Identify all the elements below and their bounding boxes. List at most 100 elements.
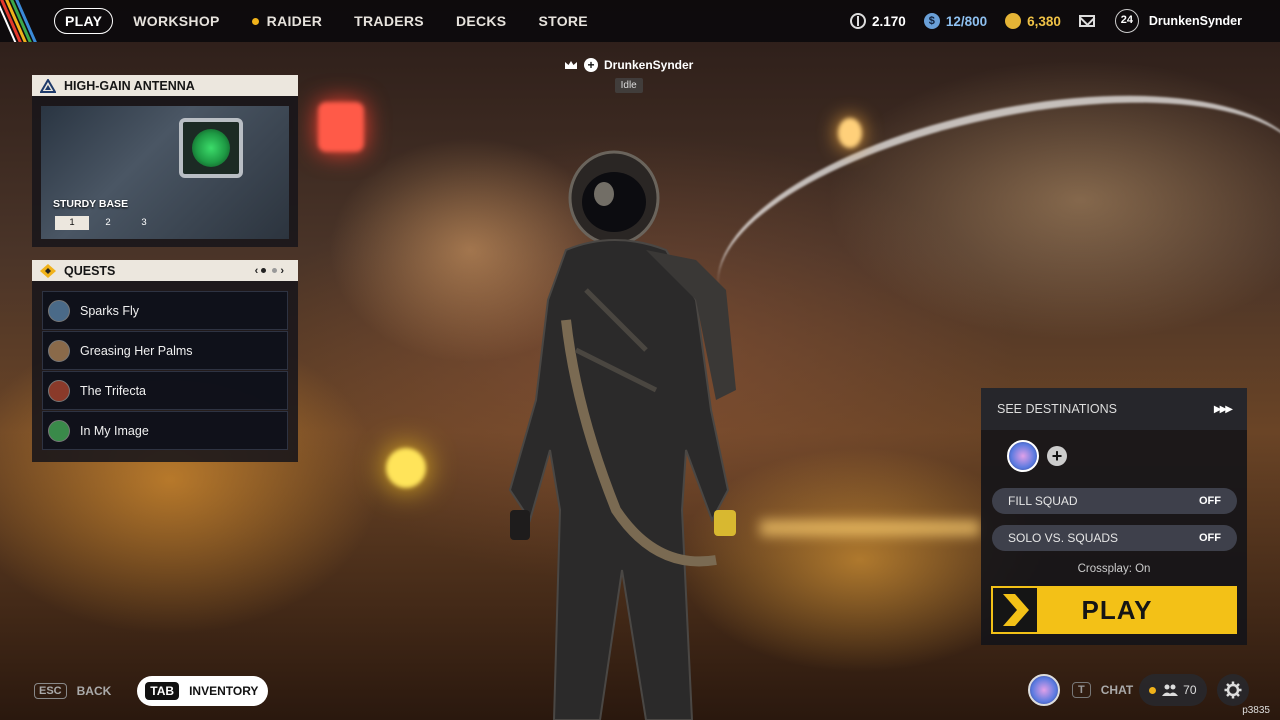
mail-icon[interactable] (1078, 15, 1095, 27)
storage-value: 12/800 (945, 13, 988, 29)
quest-label: Greasing Her Palms (80, 343, 193, 358)
fill-squad-toggle[interactable]: FILL SQUAD OFF (992, 488, 1237, 514)
main-nav: PLAY WORKSHOP RAIDER TRADERS DECKS STORE (54, 0, 620, 42)
brand-stripes-logo (0, 0, 37, 42)
friends-icon (1162, 684, 1179, 696)
nav-store[interactable]: STORE (538, 13, 587, 29)
profile-avatar[interactable] (1028, 674, 1060, 706)
play-button-label: PLAY (1081, 594, 1153, 625)
inventory-label: INVENTORY (189, 684, 259, 698)
invite-squad-icon[interactable]: + (1047, 446, 1067, 466)
quest-item-greasing-her-palms[interactable]: Greasing Her Palms (42, 331, 288, 370)
antenna-panel-header: HIGH-GAIN ANTENNA (32, 75, 298, 96)
inventory-button[interactable]: TAB INVENTORY (137, 676, 269, 706)
top-bar: PLAY WORKSHOP RAIDER TRADERS DECKS STORE… (0, 0, 1280, 42)
player-tag-name: DrunkenSynder (604, 58, 694, 72)
gold-coin-icon (1005, 13, 1022, 29)
antenna-panel-title: HIGH-GAIN ANTENNA (64, 78, 195, 93)
coins-value: 2.170 (872, 13, 906, 29)
player-level-badge[interactable]: 24 (1114, 9, 1139, 33)
hanging-lamp (838, 118, 862, 148)
tier-2[interactable]: 2 (91, 216, 125, 230)
quest-label: In My Image (80, 423, 149, 438)
neon-arc-light (694, 48, 1280, 292)
chat-key-hint: T (1072, 682, 1091, 698)
squad-member-avatar[interactable] (1007, 440, 1039, 472)
friends-count: 70 (1183, 683, 1197, 697)
nav-traders[interactable]: TRADERS (354, 13, 424, 29)
crossplay-status: Crossplay: On (1077, 563, 1151, 575)
red-lamp (318, 102, 364, 152)
quest-pager: ‹ › (255, 265, 284, 277)
squad-slots: + (1007, 440, 1067, 472)
chat-button[interactable]: CHAT (1101, 683, 1133, 697)
quests-panel-header: QUESTS ‹ › (32, 260, 298, 281)
fill-squad-label: FILL SQUAD (1008, 494, 1078, 508)
play-button[interactable]: PLAY (991, 586, 1237, 634)
friends-button[interactable]: 70 (1139, 674, 1207, 706)
nav-play[interactable]: PLAY (54, 8, 114, 34)
nav-decks[interactable]: DECKS (456, 13, 507, 29)
antenna-preview-image[interactable]: STURDY BASE 1 2 3 (41, 106, 289, 239)
storage-icon: $ (923, 13, 940, 29)
quest-diamond-icon (40, 263, 56, 278)
player-status-badge: Idle (614, 78, 643, 93)
see-destinations-button[interactable]: SEE DESTINATIONS ▶▶▶ (981, 388, 1247, 430)
currency-bar: 2.170 $ 12/800 6,380 24 DrunkenSynder (850, 0, 1280, 42)
gold-value: 6,380 (1027, 13, 1061, 29)
nav-raider[interactable]: RAIDER (251, 13, 323, 29)
fast-forward-icon: ▶▶▶ (1213, 403, 1233, 415)
storage-currency[interactable]: $ 12/800 (923, 13, 988, 29)
quest-portrait-icon (48, 339, 70, 362)
raider-notification-dot (251, 17, 259, 25)
antenna-triangle-icon (40, 78, 56, 93)
nav-raider-label: RAIDER (266, 13, 323, 29)
quest-label: Sparks Fly (80, 303, 140, 318)
quest-image-icon (48, 419, 70, 442)
username[interactable]: DrunkenSynder (1149, 14, 1242, 28)
settings-button[interactable] (1216, 674, 1249, 706)
raider-character (508, 150, 736, 720)
gear-icon (1224, 681, 1242, 699)
solo-vs-squads-toggle[interactable]: SOLO VS. SQUADS OFF (992, 525, 1237, 551)
esc-key-hint[interactable]: ESC (34, 683, 67, 699)
friends-notification-dot (1149, 686, 1157, 694)
quest-item-in-my-image[interactable]: In My Image (42, 411, 288, 450)
tab-key-hint: TAB (145, 682, 180, 700)
crown-icon (565, 61, 577, 69)
back-button[interactable]: BACK (77, 684, 112, 698)
antenna-panel: HIGH-GAIN ANTENNA STURDY BASE 1 2 3 (32, 75, 298, 247)
quest-item-the-trifecta[interactable]: The Trifecta (42, 371, 288, 410)
tier-3[interactable]: 3 (127, 216, 161, 230)
yellow-lamp (386, 448, 426, 488)
quest-page-dot (272, 268, 278, 273)
bottom-left-controls: ESC BACK TAB INVENTORY (34, 676, 269, 706)
build-version: p3835 (1242, 705, 1270, 716)
quest-trifecta-icon (48, 379, 70, 402)
gold-currency[interactable]: 6,380 (1005, 13, 1061, 29)
quest-prev-icon[interactable]: ‹ (255, 265, 259, 277)
solo-vs-squads-value: OFF (1199, 532, 1221, 544)
counter-light (760, 520, 980, 536)
play-chevron-icon (993, 588, 1037, 632)
bottom-right-controls: T CHAT 70 (1028, 672, 1249, 708)
player-nameplate: + DrunkenSynder Idle (564, 58, 693, 93)
solo-vs-squads-label: SOLO VS. SQUADS (1008, 531, 1119, 545)
matchmaking-panel: SEE DESTINATIONS ▶▶▶ + FILL SQUAD OFF SO… (981, 388, 1247, 645)
tier-1[interactable]: 1 (55, 216, 89, 230)
coin-icon (850, 13, 867, 29)
antenna-subtitle: STURDY BASE (53, 198, 129, 210)
nav-workshop[interactable]: WORKSHOP (133, 13, 219, 29)
see-destinations-label: SEE DESTINATIONS (997, 402, 1117, 416)
quest-next-icon[interactable]: › (280, 265, 284, 277)
add-friend-icon[interactable]: + (584, 58, 598, 72)
quest-label: The Trifecta (80, 383, 146, 398)
tier-selector: 1 2 3 (55, 216, 163, 230)
radar-icon (179, 118, 243, 178)
quest-list: Sparks Fly Greasing Her Palms The Trifec… (42, 291, 288, 451)
quest-item-sparks-fly[interactable]: Sparks Fly (42, 291, 288, 330)
coins-currency[interactable]: 2.170 (850, 13, 906, 29)
quests-panel-title: QUESTS (64, 263, 116, 278)
quest-page-dot-active (261, 268, 267, 273)
fill-squad-value: OFF (1199, 495, 1221, 507)
